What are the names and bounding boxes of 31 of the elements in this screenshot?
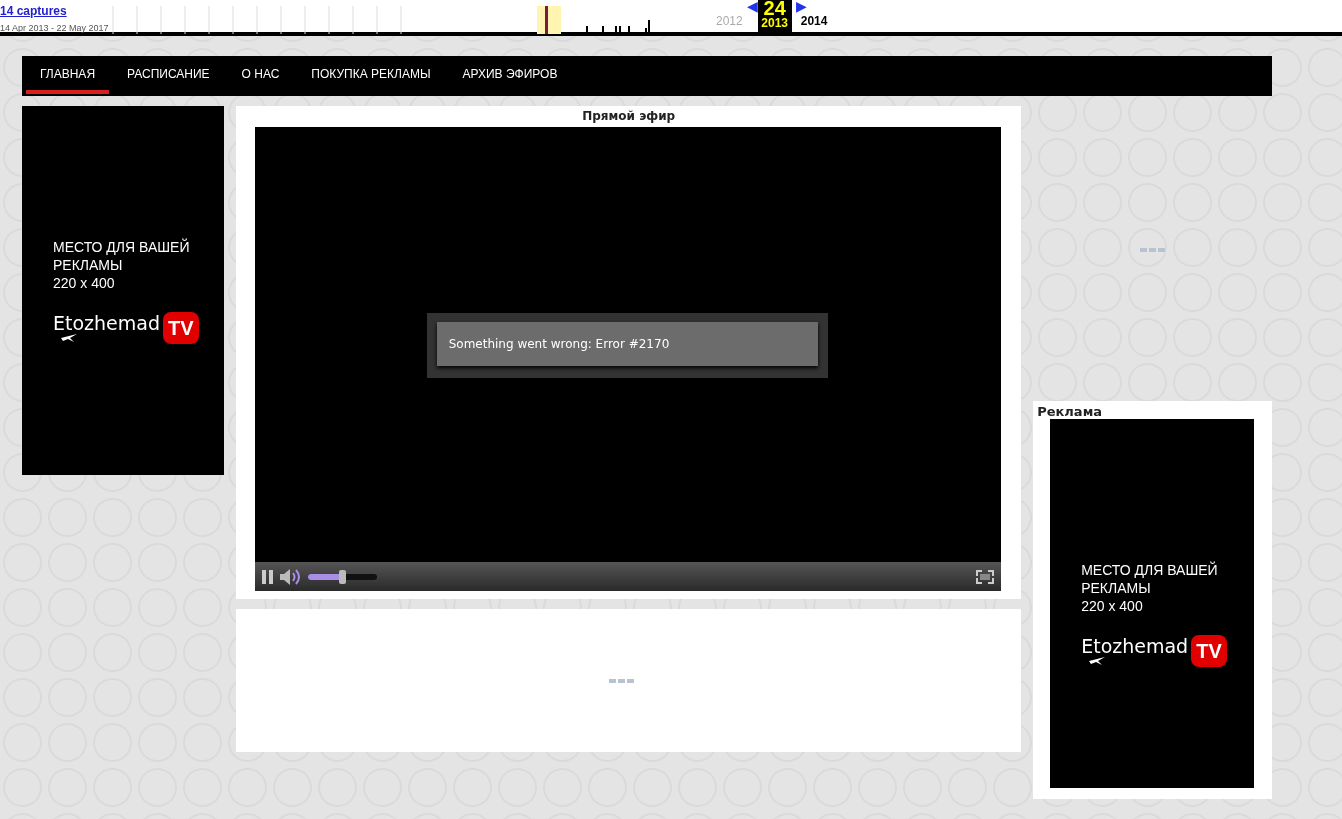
nav-link[interactable]: ПОКУПКА РЕКЛАМЫ [297, 58, 445, 94]
nav-link[interactable]: АРХИВ ЭФИРОВ [448, 58, 572, 94]
loading-icon [609, 678, 635, 683]
previous-arrow[interactable]: ◀ [746, 0, 758, 12]
loading-icon [1140, 248, 1166, 252]
ad-text: МЕСТО ДЛЯ ВАШЕЙ [53, 237, 191, 256]
date-range: 14 Apr 2013 - 22 May 2017 [0, 23, 110, 34]
day-number: 24 [763, 0, 786, 17]
volume-thumb[interactable] [338, 569, 346, 584]
ad-text: РЕКЛАМЫ [1081, 578, 1152, 597]
nav-link[interactable]: О НАС [227, 58, 294, 94]
year-label[interactable]: 2013 [761, 17, 789, 32]
captures-link[interactable]: 14 captures [0, 4, 112, 18]
next-arrow[interactable]: ▶ [795, 0, 807, 12]
nav-link[interactable]: ГЛАВНАЯ [26, 58, 110, 94]
logo-text: Etozhemad [53, 313, 160, 333]
year-label[interactable]: 2014 [796, 12, 832, 32]
pause-icon[interactable] [262, 569, 275, 584]
ad-text: МЕСТО ДЛЯ ВАШЕЙ [1081, 560, 1219, 579]
logo-text: Etozhemad [1081, 636, 1189, 656]
ad-title: Реклама [1037, 404, 1104, 419]
speaker-icon[interactable] [280, 568, 303, 585]
fullscreen-icon[interactable] [976, 569, 995, 584]
ad-text: 220 x 400 [1081, 596, 1144, 615]
error-message: Something went wrong: Error #2170 [436, 322, 818, 366]
logo-badge: TV [1191, 634, 1227, 667]
ad-text: 220 x 400 [53, 273, 116, 292]
nav-link[interactable]: РАСПИСАНИЕ [113, 58, 224, 94]
logo-badge: TV [163, 311, 199, 344]
player-title: Прямой эфир [581, 108, 677, 125]
ad-text: РЕКЛАМЫ [53, 255, 124, 274]
